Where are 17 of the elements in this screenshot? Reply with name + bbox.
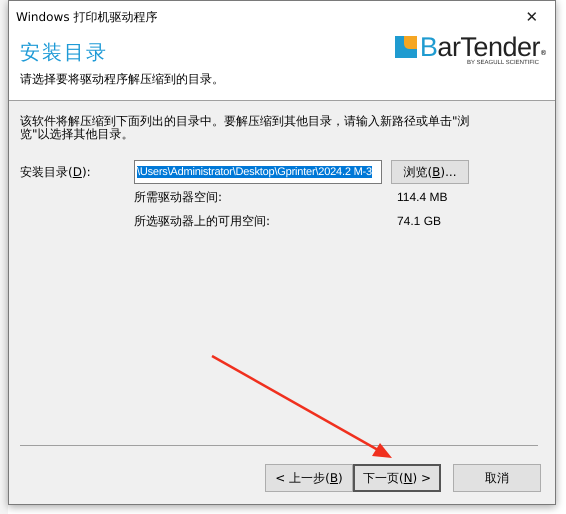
description-text: 该软件将解压缩到下面列出的目录中。要解压缩到其他目录，请输入新路径或单击"浏览"以选择其他目录。 [20,115,471,141]
logo-icon [394,36,417,58]
cancel-button[interactable]: 取消 [453,464,541,492]
next-button[interactable]: 下一页(N) > [353,464,441,492]
logo-wordmark: BarTender [420,35,540,59]
space-label: 所需驱动器空间: [134,191,224,204]
window-title: Windows 打印机驱动程序 [16,8,158,26]
close-button[interactable]: ✕ [509,2,555,32]
page-heading: 安装目录 [20,39,109,66]
browse-button[interactable]: 浏览(B)... [391,160,469,184]
directory-field[interactable]: \Users\Administrator\Desktop\Gprinter\2024.2 M-3 [134,160,382,184]
back-button[interactable]: < 上一步(B) [265,464,353,492]
space-label: 所选驱动器上的可用空间: [134,215,272,228]
space-value: 74.1 GB [397,215,442,228]
page-subtitle: 请选择要将驱动程序解压缩到的目录。 [20,71,224,88]
space-value: 114.4 MB [397,191,448,204]
directory-label: 安装目录(D): [20,164,92,180]
